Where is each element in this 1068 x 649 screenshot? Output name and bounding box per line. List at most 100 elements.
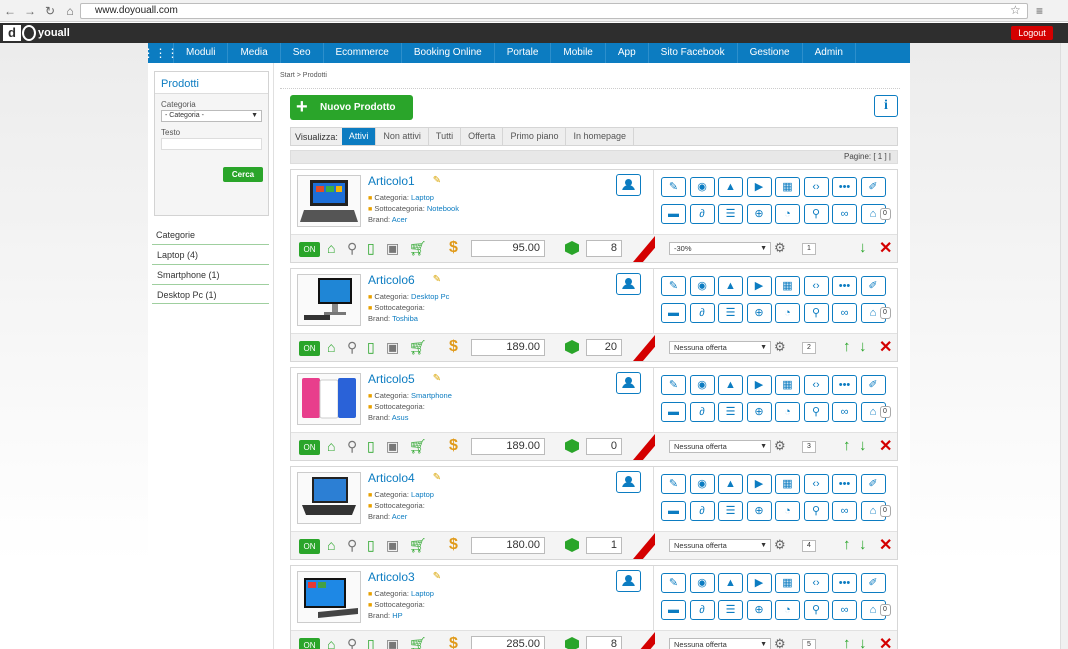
order-field[interactable]: 1 — [802, 243, 816, 255]
attachment-icon[interactable]: ∂ — [689, 204, 715, 224]
category-value[interactable]: Desktop Pc — [411, 292, 449, 301]
gear-icon[interactable]: ⚙ — [774, 339, 786, 355]
product-name[interactable]: Articolo1 — [368, 174, 415, 188]
apps-grid-icon[interactable]: ⋮⋮⋮ — [143, 43, 179, 63]
search-button[interactable]: Cerca — [223, 167, 263, 182]
cart-icon[interactable]: 🛒︎ — [409, 636, 427, 649]
edit-name-pencil-icon[interactable]: ✎ — [433, 571, 441, 582]
mobile-icon[interactable]: ▯ — [367, 537, 375, 554]
tab-in-homepage[interactable]: In homepage — [566, 128, 635, 145]
menu-item-media[interactable]: Media — [228, 43, 281, 63]
pencil-icon[interactable]: ✎ — [661, 474, 686, 494]
video-icon[interactable]: ▶ — [746, 276, 772, 296]
code-icon[interactable]: ‹› — [803, 177, 829, 197]
price-input[interactable]: 189.00 — [471, 438, 545, 455]
alarm-icon[interactable]: ◔ — [775, 501, 800, 521]
menu-item-gestione[interactable]: Gestione — [738, 43, 803, 63]
price-input[interactable]: 189.00 — [471, 339, 545, 356]
store-icon[interactable]: ⌂ 0 — [860, 402, 891, 422]
menu-item-app[interactable]: App — [606, 43, 649, 63]
user-icon[interactable] — [616, 372, 641, 394]
cart-icon[interactable]: 🛒︎ — [409, 240, 427, 257]
search-icon[interactable]: ⚲ — [803, 501, 829, 521]
offer-select[interactable]: Nessuna offerta ▼ — [669, 638, 771, 649]
table-icon[interactable]: ▦ — [775, 573, 800, 593]
table-icon[interactable]: ▦ — [775, 276, 800, 296]
price-input[interactable]: 95.00 — [471, 240, 545, 257]
camera-icon[interactable]: ◉ — [689, 375, 715, 395]
home-icon[interactable]: ⌂ — [327, 636, 335, 649]
new-product-button[interactable]: + Nuovo Prodotto — [290, 95, 413, 120]
category-value[interactable]: Smartphone — [411, 391, 452, 400]
quantity-input[interactable]: 8 — [586, 636, 622, 649]
store-icon[interactable]: ⌂ 0 — [860, 501, 891, 521]
list-icon[interactable]: ☰ — [718, 402, 743, 422]
move-up-arrow-icon[interactable]: ↑ — [843, 635, 851, 649]
link-icon[interactable]: ∞ — [832, 600, 857, 620]
search-icon[interactable]: ⚲ — [803, 204, 829, 224]
attachment-icon[interactable]: ∂ — [689, 600, 715, 620]
comment-icon[interactable]: ••• — [832, 276, 857, 296]
search-icon[interactable]: ⚲ — [347, 537, 357, 554]
text-input[interactable] — [161, 138, 262, 150]
user-icon[interactable] — [616, 273, 641, 295]
tablet-icon[interactable]: ▣ — [386, 438, 399, 455]
move-down-arrow-icon[interactable]: ↓ — [859, 635, 867, 649]
brand-value[interactable]: HP — [392, 611, 402, 620]
pencil-icon[interactable]: ✎ — [661, 573, 686, 593]
delete-icon[interactable]: ✕ — [879, 337, 892, 357]
cart-icon[interactable]: 🛒︎ — [409, 339, 427, 356]
attachment-icon[interactable]: ∂ — [689, 303, 715, 323]
link-icon[interactable]: ∞ — [832, 303, 857, 323]
tag-icon[interactable]: ✐ — [860, 573, 886, 593]
category-select[interactable]: - Categoria - ▼ — [161, 110, 262, 122]
pencil-icon[interactable]: ✎ — [661, 375, 686, 395]
video-icon[interactable]: ▶ — [746, 375, 772, 395]
gear-icon[interactable]: ⚙ — [774, 537, 786, 553]
comment-icon[interactable]: ••• — [832, 573, 857, 593]
offer-select[interactable]: Nessuna offerta ▼ — [669, 341, 771, 354]
reload-icon[interactable]: ↻ — [40, 4, 60, 18]
add-icon[interactable]: ⊕ — [746, 204, 772, 224]
category-value[interactable]: Laptop — [411, 193, 434, 202]
bookmark-star-icon[interactable]: ☆ — [1010, 3, 1021, 17]
delete-icon[interactable]: ✕ — [879, 634, 892, 649]
cart-icon[interactable]: 🛒︎ — [409, 537, 427, 554]
video-icon[interactable]: ▶ — [746, 573, 772, 593]
attachment-icon[interactable]: ∂ — [689, 501, 715, 521]
image-icon[interactable]: ▲ — [718, 276, 743, 296]
order-field[interactable]: 3 — [802, 441, 816, 453]
product-name[interactable]: Articolo6 — [368, 273, 415, 287]
search-icon[interactable]: ⚲ — [347, 438, 357, 455]
folder-icon[interactable]: ▬ — [661, 600, 686, 620]
menu-item-admin[interactable]: Admin — [803, 43, 856, 63]
on-toggle[interactable]: ON — [299, 440, 320, 455]
logo[interactable]: d youall — [3, 25, 70, 41]
table-icon[interactable]: ▦ — [775, 177, 800, 197]
alarm-icon[interactable]: ◔ — [775, 600, 800, 620]
code-icon[interactable]: ‹› — [803, 474, 829, 494]
video-icon[interactable]: ▶ — [746, 474, 772, 494]
image-icon[interactable]: ▲ — [718, 573, 743, 593]
user-icon[interactable] — [616, 570, 641, 592]
product-thumbnail[interactable] — [297, 274, 361, 326]
gear-icon[interactable]: ⚙ — [774, 438, 786, 454]
brand-value[interactable]: Acer — [392, 215, 407, 224]
home-icon[interactable]: ⌂ — [327, 537, 335, 553]
delete-icon[interactable]: ✕ — [879, 535, 892, 555]
menu-item-sito-facebook[interactable]: Sito Facebook — [649, 43, 738, 63]
on-toggle[interactable]: ON — [299, 242, 320, 257]
link-icon[interactable]: ∞ — [832, 204, 857, 224]
offer-select[interactable]: -30% ▼ — [669, 242, 771, 255]
pencil-icon[interactable]: ✎ — [661, 177, 686, 197]
list-icon[interactable]: ☰ — [718, 501, 743, 521]
move-up-arrow-icon[interactable]: ↑ — [843, 536, 851, 553]
tag-icon[interactable]: ✐ — [860, 375, 886, 395]
tag-icon[interactable]: ✐ — [860, 474, 886, 494]
folder-icon[interactable]: ▬ — [661, 303, 686, 323]
menu-item-ecommerce[interactable]: Ecommerce — [324, 43, 402, 63]
list-icon[interactable]: ☰ — [718, 303, 743, 323]
move-down-arrow-icon[interactable]: ↓ — [859, 536, 867, 553]
on-toggle[interactable]: ON — [299, 638, 320, 649]
product-thumbnail[interactable] — [297, 571, 361, 623]
